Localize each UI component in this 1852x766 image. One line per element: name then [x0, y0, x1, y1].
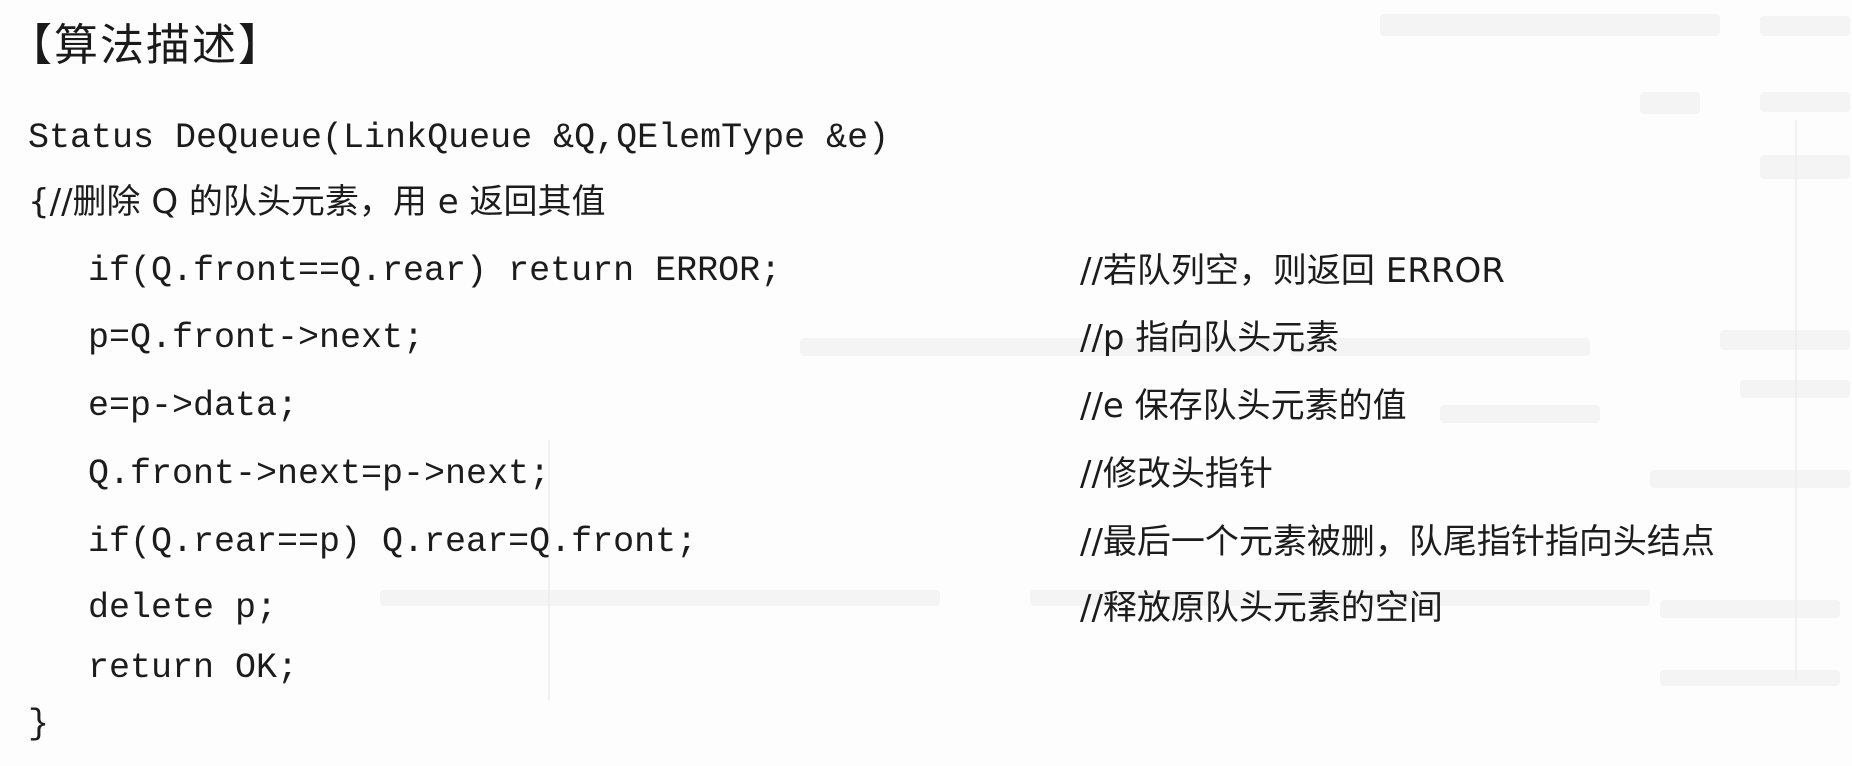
code-comment: //修改头指针: [1080, 454, 1273, 494]
code-comment: //p 指向队头元素: [1080, 318, 1340, 358]
bleed-through-mark: [1380, 14, 1720, 36]
code-line: Q.front->next=p->next; //修改头指针: [0, 444, 1852, 504]
scanned-page: 【算法描述】 Status DeQueue(LinkQueue &Q,QElem…: [0, 0, 1852, 766]
code-comment: //若队列空，则返回 ERROR: [1080, 251, 1505, 291]
code-comment: //释放原队头元素的空间: [1080, 588, 1443, 628]
code-statement: delete p;: [88, 588, 278, 628]
code-line: if(Q.rear==p) Q.rear=Q.front; //最后一个元素被删…: [0, 512, 1852, 572]
code-comment: //最后一个元素被删，队尾指针指向头结点: [1080, 522, 1715, 562]
function-signature: Status DeQueue(LinkQueue &Q,QElemType &e…: [28, 118, 890, 158]
code-statement: if(Q.rear==p) Q.rear=Q.front;: [88, 522, 698, 562]
code-line: p=Q.front->next; //p 指向队头元素: [0, 308, 1852, 368]
code-line-signature: Status DeQueue(LinkQueue &Q,QElemType &e…: [0, 108, 1852, 168]
code-line: delete p; //释放原队头元素的空间: [0, 578, 1852, 638]
code-statement: return OK;: [88, 648, 299, 688]
code-comment: //e 保存队头元素的值: [1080, 386, 1407, 426]
opening-brace-comment: {//删除 Q 的队头元素，用 e 返回其值: [28, 182, 606, 222]
code-line: return OK;: [0, 638, 1852, 698]
code-line: if(Q.front==Q.rear) return ERROR; //若队列空…: [0, 241, 1852, 301]
code-line-closing-brace: }: [0, 694, 1852, 754]
code-statement: e=p->data;: [88, 386, 299, 426]
section-heading: 【算法描述】: [8, 20, 284, 71]
bleed-through-mark: [1760, 16, 1850, 36]
code-statement: if(Q.front==Q.rear) return ERROR;: [88, 251, 782, 291]
code-line-open-brace: {//删除 Q 的队头元素，用 e 返回其值: [0, 172, 1852, 232]
code-line: e=p->data; //e 保存队头元素的值: [0, 376, 1852, 436]
code-statement: p=Q.front->next;: [88, 318, 425, 358]
code-statement: Q.front->next=p->next;: [88, 454, 551, 494]
closing-brace: }: [28, 704, 50, 744]
